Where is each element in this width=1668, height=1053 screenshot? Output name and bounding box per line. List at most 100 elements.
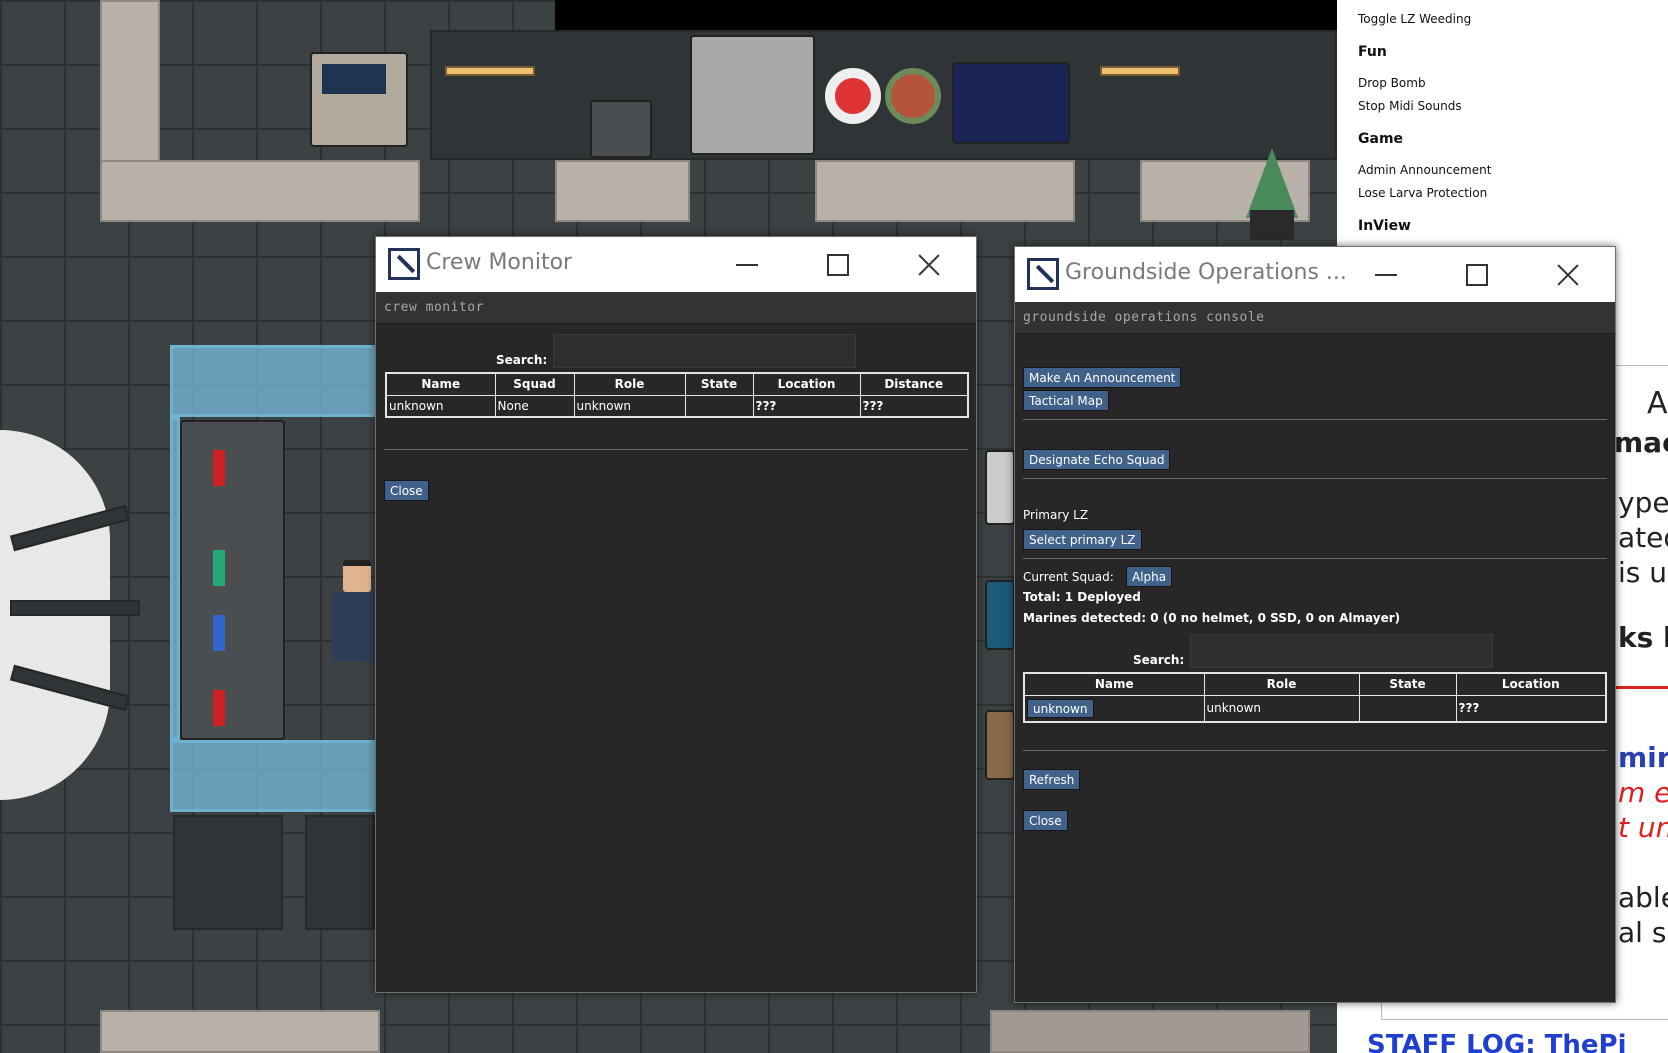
cell-distance: ??? — [859, 394, 969, 418]
maximize-icon[interactable] — [817, 245, 857, 285]
verb-category-game: Game — [1358, 131, 1404, 147]
designate-echo-squad-button[interactable]: Designate Echo Squad — [1023, 449, 1171, 470]
search-input[interactable] — [1190, 634, 1493, 668]
browser-heading: mir — [1618, 741, 1668, 774]
total-deployed-text: Total: 1 Deployed — [1023, 590, 1141, 604]
column-header[interactable]: Name — [1023, 672, 1205, 696]
make-announcement-button[interactable]: Make An Announcement — [1023, 367, 1182, 388]
verb-drop-bomb[interactable]: Drop Bomb — [1358, 76, 1426, 90]
potted-plant — [1246, 148, 1298, 218]
glass-window — [170, 345, 375, 417]
floor-tile — [555, 160, 690, 222]
floor-grate — [173, 815, 283, 930]
marine-character[interactable] — [343, 560, 371, 592]
close-icon[interactable] — [1548, 255, 1588, 295]
minimize-icon[interactable] — [1367, 255, 1407, 295]
console-header: groundside operations console — [1015, 302, 1615, 334]
search-label: Search: — [496, 353, 548, 367]
marine-body — [332, 592, 376, 662]
primary-lz-label: Primary LZ — [1023, 508, 1089, 522]
verb-lose-larva-protection[interactable]: Lose Larva Protection — [1358, 186, 1487, 200]
crew-table: Name Squad Role State Location Distance … — [385, 372, 969, 418]
cell-squad: None — [494, 394, 575, 418]
close-icon[interactable] — [909, 245, 949, 285]
window-titlebar[interactable]: Crew Monitor — [376, 237, 976, 292]
glass-window — [170, 417, 180, 740]
floor-grate — [305, 815, 375, 930]
search-input[interactable] — [553, 334, 856, 368]
column-header[interactable]: State — [1358, 672, 1457, 696]
verb-stop-midi-sounds[interactable]: Stop Midi Sounds — [1358, 99, 1462, 113]
browser-text: able — [1618, 881, 1668, 914]
select-primary-lz-button[interactable]: Select primary LZ — [1023, 529, 1142, 550]
console-header-text: crew monitor — [384, 300, 484, 315]
browser-text: A — [1647, 386, 1668, 421]
browser-divider — [1612, 686, 1668, 689]
column-header[interactable]: Name — [385, 372, 496, 396]
space-void — [555, 0, 1337, 30]
table-row[interactable]: unknown None unknown ??? ??? — [385, 394, 969, 418]
tactical-screen — [985, 580, 1015, 650]
staff-log-link[interactable]: STAFF LOG: ThePi — [1367, 1030, 1627, 1053]
column-header[interactable]: Squad — [494, 372, 575, 396]
marines-detected-text: Marines detected: 0 (0 no helmet, 0 SSD,… — [1023, 611, 1401, 625]
current-squad-label: Current Squad: — [1023, 570, 1114, 584]
window-title: Groundside Operations ... — [1065, 260, 1347, 285]
cell-name: unknown — [1023, 694, 1205, 723]
close-button[interactable]: Close — [1023, 810, 1068, 831]
browser-text: ated — [1618, 521, 1668, 554]
marines-table: Name Role State Location unknown unknown… — [1023, 672, 1607, 723]
divider — [1023, 419, 1607, 420]
close-button[interactable]: Close — [384, 480, 429, 501]
groundside-operations-window[interactable]: Groundside Operations ... groundside ope… — [1014, 246, 1616, 1003]
crew-monitor-window[interactable]: Crew Monitor crew monitor Search: Name S… — [375, 236, 977, 993]
console-screen — [213, 615, 225, 651]
verb-admin-announcement[interactable]: Admin Announcement — [1358, 163, 1491, 177]
console-screen — [213, 690, 225, 726]
browser-text: al su — [1618, 916, 1668, 949]
window-title: Crew Monitor — [426, 250, 573, 275]
browser-text: m ev — [1618, 776, 1668, 809]
wall-light — [445, 66, 535, 76]
divider — [1023, 750, 1607, 751]
column-header[interactable]: State — [684, 372, 754, 396]
window-titlebar[interactable]: Groundside Operations ... — [1015, 247, 1615, 302]
marine-name-button[interactable]: unknown — [1027, 698, 1094, 718]
tactical-map-button[interactable]: Tactical Map — [1023, 390, 1109, 411]
column-header[interactable]: Location — [752, 372, 861, 396]
column-header[interactable]: Distance — [859, 372, 969, 396]
cell-location: ??? — [752, 394, 861, 418]
table-header-row: Name Role State Location — [1023, 672, 1607, 696]
crate — [985, 710, 1015, 780]
console-screen — [213, 450, 225, 486]
shutter-door[interactable] — [690, 35, 815, 155]
verb-toggle-lz-weeding[interactable]: Toggle LZ Weeding — [1358, 12, 1471, 26]
browser-heading: mac — [1614, 426, 1668, 459]
divider — [1023, 558, 1607, 559]
app-icon — [1027, 258, 1059, 290]
current-squad-button[interactable]: Alpha — [1126, 566, 1173, 587]
browser-heading: ks b — [1618, 621, 1668, 654]
cell-location: ??? — [1455, 694, 1607, 723]
browser-text: yper — [1618, 486, 1668, 519]
table-header-row: Name Squad Role State Location Distance — [385, 372, 969, 396]
table-row[interactable]: unknown unknown ??? — [1023, 694, 1607, 723]
maximize-icon[interactable] — [1456, 255, 1496, 295]
column-header[interactable]: Role — [1203, 672, 1360, 696]
wall-segment — [430, 30, 1337, 160]
plant-pot — [1250, 210, 1294, 240]
cell-state — [684, 394, 754, 418]
verb-category-inview: InView — [1358, 218, 1411, 234]
medical-sign — [885, 68, 941, 124]
wall-panel[interactable] — [590, 100, 652, 158]
column-header[interactable]: Location — [1455, 672, 1607, 696]
console-bank[interactable] — [180, 420, 285, 740]
column-header[interactable]: Role — [573, 372, 686, 396]
floor-tile — [815, 160, 1075, 222]
refresh-button[interactable]: Refresh — [1023, 769, 1081, 790]
floor-tile — [100, 1010, 380, 1053]
lifebuoy-sign — [825, 68, 881, 124]
floor-tile — [100, 160, 420, 222]
minimize-icon[interactable] — [728, 245, 768, 285]
browser-text: is u — [1618, 556, 1668, 589]
